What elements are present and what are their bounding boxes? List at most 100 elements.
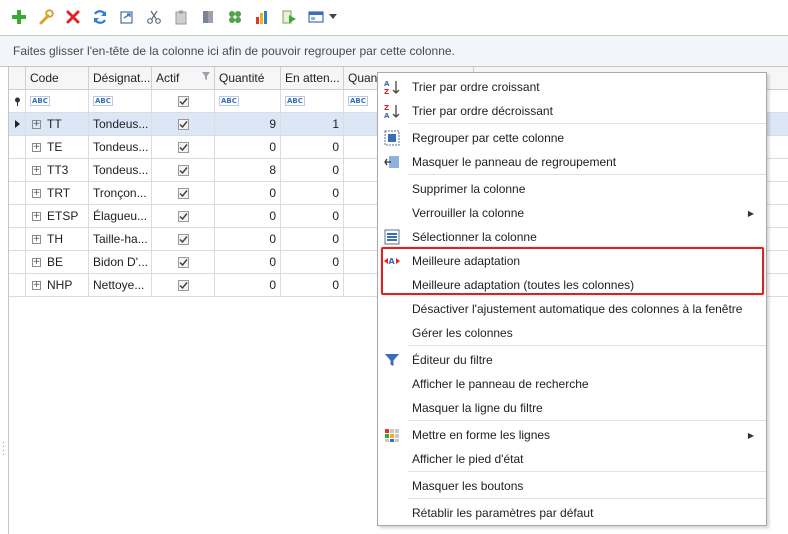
- cell-designation[interactable]: Élagueu...: [89, 205, 152, 228]
- cell-designation[interactable]: Tondeus...: [89, 136, 152, 159]
- cell-code[interactable]: + BE: [26, 251, 89, 274]
- cell-actif[interactable]: [152, 228, 215, 251]
- row-indicator[interactable]: [9, 228, 26, 251]
- actif-checkbox[interactable]: [178, 118, 189, 130]
- menu-item-retablir-les-parametres-par-defaut[interactable]: Rétablir les paramètres par défaut: [378, 501, 766, 525]
- menu-item-masquer-le-panneau-de-regroupement[interactable]: Masquer le panneau de regroupement: [378, 150, 766, 174]
- cell-quantite[interactable]: 0: [215, 182, 281, 205]
- cell-quantite[interactable]: 8: [215, 159, 281, 182]
- menu-item-regrouper-par-cette-colonne[interactable]: Regrouper par cette colonne: [378, 126, 766, 150]
- actif-checkbox[interactable]: [178, 233, 189, 245]
- cell-en-attente[interactable]: 0: [281, 136, 344, 159]
- filter-cell-quantite[interactable]: ABC: [215, 90, 281, 113]
- cell-en-attente[interactable]: 0: [281, 274, 344, 297]
- menu-item-supprimer-la-colonne[interactable]: Supprimer la colonne: [378, 177, 766, 201]
- cell-actif[interactable]: [152, 159, 215, 182]
- cell-quantite[interactable]: 0: [215, 274, 281, 297]
- cell-en-attente[interactable]: 0: [281, 182, 344, 205]
- cell-en-attente[interactable]: 1: [281, 113, 344, 136]
- actif-checkbox[interactable]: [178, 279, 189, 291]
- expand-row-icon[interactable]: +: [32, 165, 41, 175]
- cell-code[interactable]: + ETSP: [26, 205, 89, 228]
- cell-code[interactable]: + TT3: [26, 159, 89, 182]
- menu-item-desactiver-l-ajustement-automatique-des-colonnes-a-la-fenetre[interactable]: Désactiver l'ajustement automatique des …: [378, 297, 766, 321]
- filter-cell-designation[interactable]: ABC: [89, 90, 152, 113]
- cell-code[interactable]: + TE: [26, 136, 89, 159]
- cell-en-attente[interactable]: 0: [281, 159, 344, 182]
- cell-actif[interactable]: [152, 205, 215, 228]
- cell-designation[interactable]: Tondeus...: [89, 113, 152, 136]
- menu-item-masquer-les-boutons[interactable]: Masquer les boutons: [378, 474, 766, 498]
- cell-designation[interactable]: Bidon D'...: [89, 251, 152, 274]
- cell-code[interactable]: + TRT: [26, 182, 89, 205]
- filter-cell-code[interactable]: ABC: [26, 90, 89, 113]
- cell-quantite[interactable]: 0: [215, 205, 281, 228]
- filter-checkbox[interactable]: [178, 95, 189, 107]
- menu-item-mettre-en-forme-les-lignes[interactable]: Mettre en forme les lignes ▶: [378, 423, 766, 447]
- filter-cell-actif[interactable]: [152, 90, 215, 113]
- actif-checkbox[interactable]: [178, 210, 189, 222]
- cell-quantite[interactable]: 0: [215, 251, 281, 274]
- puzzle-icon[interactable]: [224, 6, 246, 28]
- row-indicator[interactable]: [9, 205, 26, 228]
- refresh-icon[interactable]: [89, 6, 111, 28]
- export-icon[interactable]: [116, 6, 138, 28]
- menu-item-editeur-du-filtre[interactable]: Éditeur du filtre: [378, 348, 766, 372]
- left-splitter[interactable]: · · · ·: [0, 67, 8, 534]
- menu-item-masquer-la-ligne-du-filtre[interactable]: Masquer la ligne du filtre: [378, 396, 766, 420]
- menu-item-trier-par-ordre-croissant[interactable]: A Z Trier par ordre croissant: [378, 75, 766, 99]
- cell-quantite[interactable]: 0: [215, 228, 281, 251]
- cell-actif[interactable]: [152, 113, 215, 136]
- paste-icon[interactable]: [170, 6, 192, 28]
- column-header-quantite[interactable]: Quantité: [215, 67, 281, 90]
- cell-actif[interactable]: [152, 274, 215, 297]
- wrench-icon[interactable]: [35, 6, 57, 28]
- column-header-en-attente[interactable]: En atten...: [281, 67, 344, 90]
- chart-icon[interactable]: [251, 6, 273, 28]
- expand-row-icon[interactable]: +: [32, 142, 41, 152]
- cell-en-attente[interactable]: 0: [281, 228, 344, 251]
- cell-designation[interactable]: Tronçon...: [89, 182, 152, 205]
- cell-en-attente[interactable]: 0: [281, 251, 344, 274]
- cell-actif[interactable]: [152, 182, 215, 205]
- row-indicator[interactable]: [9, 136, 26, 159]
- group-by-panel[interactable]: Faites glisser l'en-tête de la colonne i…: [0, 36, 788, 67]
- menu-item-afficher-le-pied-d-etat[interactable]: Afficher le pied d'état: [378, 447, 766, 471]
- cell-actif[interactable]: [152, 136, 215, 159]
- row-indicator[interactable]: [9, 113, 26, 136]
- actif-checkbox[interactable]: [178, 187, 189, 199]
- row-indicator[interactable]: [9, 182, 26, 205]
- cell-code[interactable]: + TH: [26, 228, 89, 251]
- cell-code[interactable]: + TT: [26, 113, 89, 136]
- expand-row-icon[interactable]: +: [32, 211, 41, 221]
- actif-checkbox[interactable]: [178, 164, 189, 176]
- expand-row-icon[interactable]: +: [32, 280, 41, 290]
- expand-row-icon[interactable]: +: [32, 257, 41, 267]
- window-icon[interactable]: [305, 6, 327, 28]
- chevron-down-icon[interactable]: [328, 6, 338, 28]
- menu-item-gerer-les-colonnes[interactable]: Gérer les colonnes: [378, 321, 766, 345]
- cell-designation[interactable]: Taille-ha...: [89, 228, 152, 251]
- cell-actif[interactable]: [152, 251, 215, 274]
- column-header-code[interactable]: Code: [26, 67, 89, 90]
- cell-designation[interactable]: Tondeus...: [89, 159, 152, 182]
- row-indicator[interactable]: [9, 251, 26, 274]
- cell-quantite[interactable]: 9: [215, 113, 281, 136]
- splitter-grip-icon[interactable]: · · · ·: [2, 438, 6, 459]
- menu-item-verrouiller-la-colonne[interactable]: Verrouiller la colonne ▶: [378, 201, 766, 225]
- column-header-actif[interactable]: Actif: [152, 67, 215, 90]
- filter-icon[interactable]: [202, 72, 210, 80]
- column-header-designation[interactable]: Désignat...: [89, 67, 152, 90]
- row-indicator[interactable]: [9, 274, 26, 297]
- cell-designation[interactable]: Nettoye...: [89, 274, 152, 297]
- document-icon[interactable]: [197, 6, 219, 28]
- delete-icon[interactable]: [62, 6, 84, 28]
- actif-checkbox[interactable]: [178, 141, 189, 153]
- run-icon[interactable]: [278, 6, 300, 28]
- actif-checkbox[interactable]: [178, 256, 189, 268]
- cell-quantite[interactable]: 0: [215, 136, 281, 159]
- menu-item-afficher-le-panneau-de-recherche[interactable]: Afficher le panneau de recherche: [378, 372, 766, 396]
- menu-item-trier-par-ordre-decroissant[interactable]: Z A Trier par ordre décroissant: [378, 99, 766, 123]
- filter-cell-en-attente[interactable]: ABC: [281, 90, 344, 113]
- expand-row-icon[interactable]: +: [32, 234, 41, 244]
